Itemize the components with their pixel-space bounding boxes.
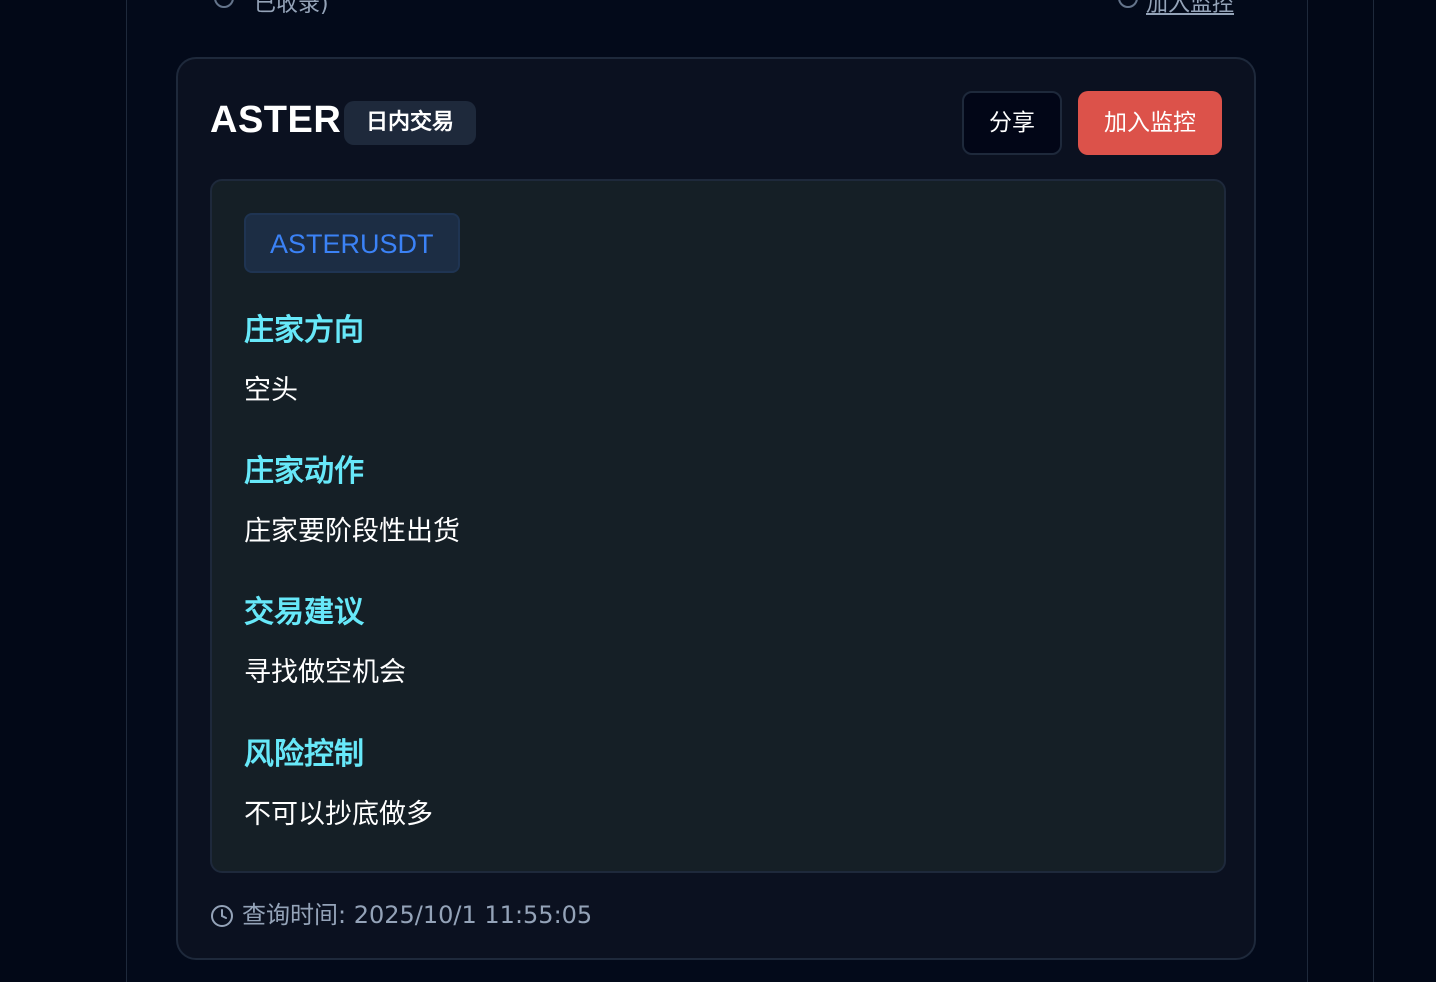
clock-icon xyxy=(210,902,234,927)
divider xyxy=(1373,0,1374,982)
section-trade-advice: 交易建议 寻找做空机会 xyxy=(244,593,406,691)
section-dealer-action: 庄家动作 庄家要阶段性出货 xyxy=(244,452,460,550)
previous-card-text: 已收录) xyxy=(254,0,329,17)
section-dealer-direction: 庄家方向 空头 xyxy=(244,311,364,409)
section-body: 寻找做空机会 xyxy=(244,657,406,688)
divider xyxy=(126,0,127,982)
query-time: 查询时间: 2025/10/1 11:55:05 xyxy=(210,897,592,933)
card-header: ASTER 日内交易 分享 加入监控 xyxy=(210,91,1222,157)
coin-symbol: ASTER xyxy=(210,99,342,141)
trade-type-tag: 日内交易 xyxy=(344,101,477,145)
page: 已收录) 加入监控 ASTER 日内交易 分享 加入监控 ASTERUSDT 庄… xyxy=(0,0,1436,982)
divider xyxy=(1307,0,1308,982)
section-title: 风险控制 xyxy=(244,737,364,772)
signal-card: ASTER 日内交易 分享 加入监控 ASTERUSDT 庄家方向 空头 庄家动… xyxy=(176,57,1256,960)
section-title: 庄家动作 xyxy=(244,454,364,489)
query-time-text: 查询时间: 2025/10/1 11:55:05 xyxy=(242,901,593,929)
section-title: 交易建议 xyxy=(244,595,364,630)
section-body: 空头 xyxy=(244,375,298,406)
trading-pair-badge: ASTERUSDT xyxy=(244,213,460,273)
share-button[interactable]: 分享 xyxy=(962,91,1062,155)
analysis-box: ASTERUSDT 庄家方向 空头 庄家动作 庄家要阶段性出货 交易建议 寻找做… xyxy=(210,179,1226,873)
section-risk-control: 风险控制 不可以抄底做多 xyxy=(244,735,433,833)
section-body: 不可以抄底做多 xyxy=(244,799,433,830)
section-title: 庄家方向 xyxy=(244,313,364,348)
add-monitor-button[interactable]: 加入监控 xyxy=(1078,91,1222,155)
previous-card-link[interactable]: 加入监控 xyxy=(1146,0,1234,18)
section-body: 庄家要阶段性出货 xyxy=(244,516,460,547)
